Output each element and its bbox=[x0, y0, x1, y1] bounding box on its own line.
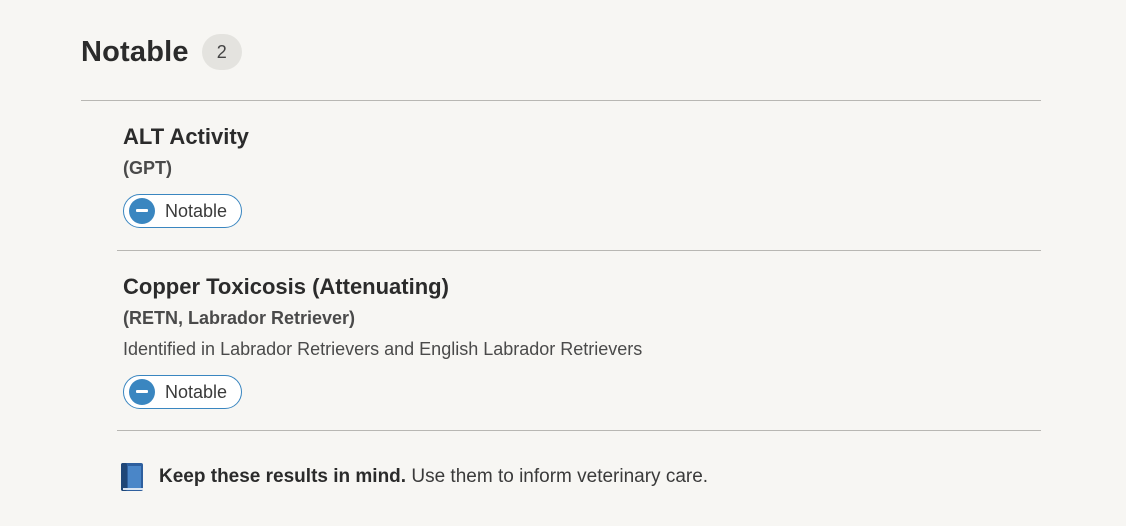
result-subtitle: (GPT) bbox=[123, 158, 172, 178]
result-item-alt-activity: ALT Activity (GPT) Notable bbox=[123, 124, 249, 229]
footer-text: Keep these results in mind. Use them to … bbox=[159, 466, 708, 488]
count-badge: 2 bbox=[201, 34, 242, 70]
footer-bold-text: Keep these results in mind. bbox=[159, 466, 407, 487]
status-label: Notable bbox=[165, 381, 228, 402]
item-divider bbox=[117, 430, 1041, 431]
minus-circle-icon bbox=[129, 379, 155, 405]
section-divider bbox=[81, 100, 1041, 101]
results-page: Notable 2 ALT Activity (GPT) Notable Cop… bbox=[0, 0, 1126, 526]
footer-note: Keep these results in mind. Use them to … bbox=[119, 462, 708, 492]
minus-circle-icon bbox=[129, 198, 155, 224]
section-title: Notable bbox=[81, 35, 189, 68]
notable-status-pill[interactable]: Notable bbox=[123, 375, 243, 409]
section-header: Notable 2 bbox=[81, 34, 242, 70]
item-divider bbox=[117, 250, 1041, 251]
book-icon bbox=[121, 463, 143, 491]
status-label: Notable bbox=[165, 200, 228, 221]
notable-status-pill[interactable]: Notable bbox=[123, 194, 243, 228]
result-title: ALT Activity bbox=[123, 124, 249, 149]
result-subtitle: (RETN, Labrador Retriever) bbox=[123, 308, 356, 328]
result-item-copper-toxicosis: Copper Toxicosis (Attenuating) (RETN, La… bbox=[123, 274, 642, 410]
result-title: Copper Toxicosis (Attenuating) bbox=[123, 274, 449, 299]
footer-body-text: Use them to inform veterinary care. bbox=[406, 466, 709, 487]
result-description: Identified in Labrador Retrievers and En… bbox=[123, 339, 643, 359]
